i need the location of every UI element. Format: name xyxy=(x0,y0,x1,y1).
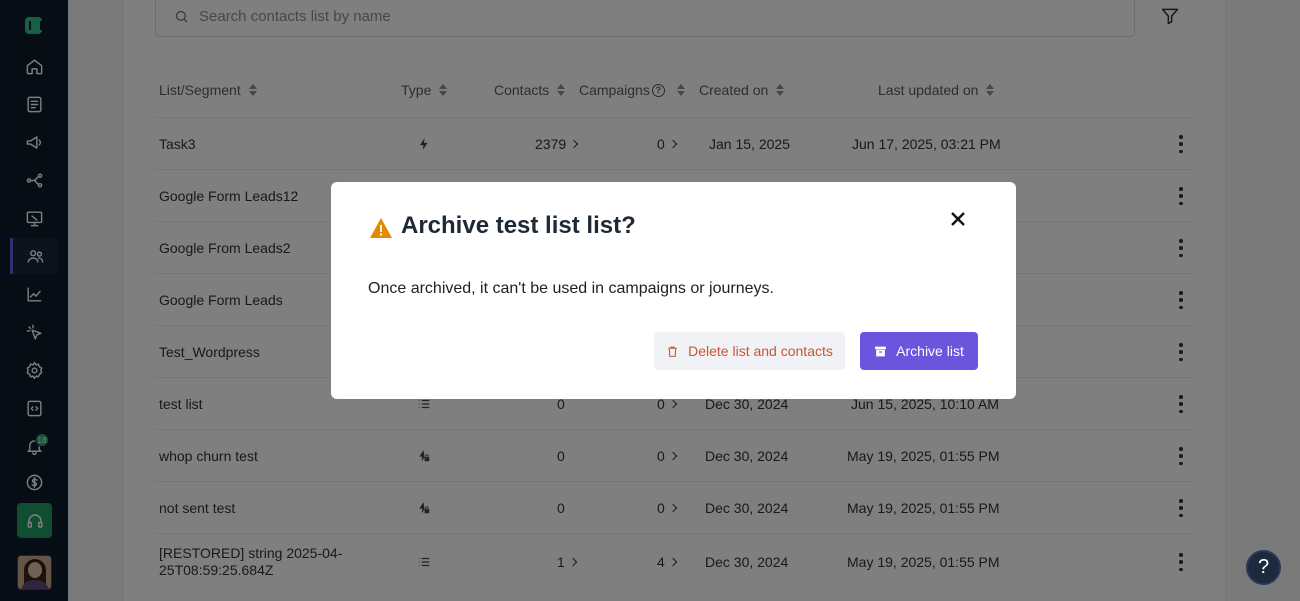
dialog-message: Once archived, it can't be used in campa… xyxy=(368,280,774,297)
trash-icon xyxy=(668,346,677,357)
delete-list-and-contacts-button[interactable]: Delete list and contacts xyxy=(654,332,845,370)
archive-icon xyxy=(875,346,887,356)
warning-icon xyxy=(370,218,392,238)
help-button[interactable]: ? xyxy=(1246,550,1281,585)
archive-list-dialog: Archive test list list? Once archived, i… xyxy=(331,182,1016,399)
archive-list-button[interactable]: Archive list xyxy=(860,332,978,370)
close-icon[interactable] xyxy=(948,209,968,229)
dialog-title: Archive test list list? xyxy=(401,212,636,239)
